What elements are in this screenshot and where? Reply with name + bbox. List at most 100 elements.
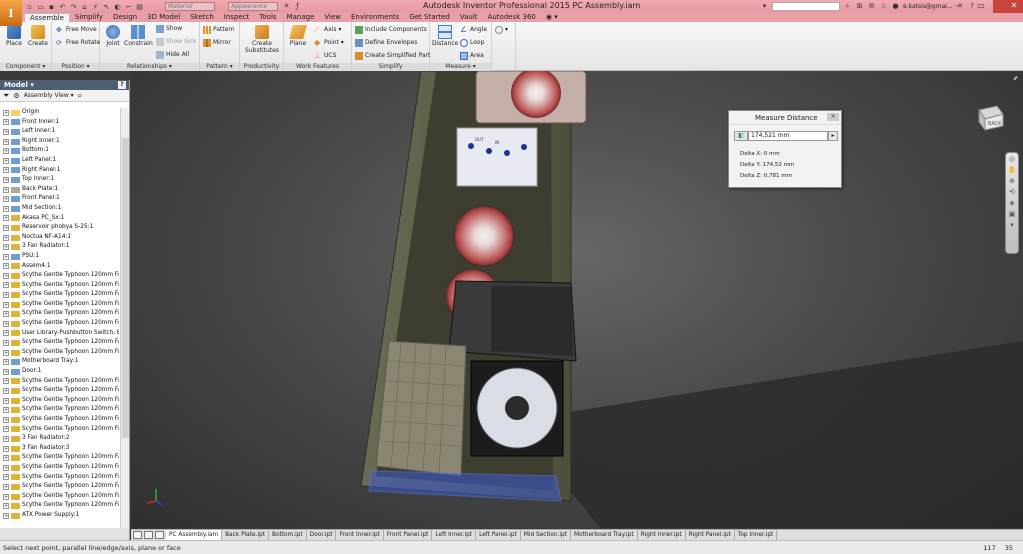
area-button[interactable]: Area — [460, 52, 484, 60]
expand-icon[interactable]: + — [3, 493, 9, 500]
expand-icon[interactable]: + — [3, 244, 9, 251]
doc-tab-left-inner[interactable]: Left Inner.ipt — [432, 530, 477, 540]
loop-button[interactable]: Loop — [460, 39, 484, 47]
hide-all-button[interactable]: Hide All — [156, 51, 189, 59]
free-move-button[interactable]: ✥ Free Move — [56, 26, 97, 34]
filter-icon[interactable]: ⏷ — [3, 91, 9, 101]
expand-icon[interactable]: + — [3, 426, 9, 433]
appearance-select[interactable]: Appearance — [228, 2, 278, 11]
define-envelopes-button[interactable]: Define Envelopes — [355, 39, 417, 47]
redo-icon[interactable]: ↷ — [69, 3, 78, 12]
tree-item[interactable]: + Scythe Gentle Typhoon 120mm Fan:2 — [0, 501, 119, 511]
assembly-view-select[interactable]: Assembly View ▾ — [24, 92, 74, 99]
joint-button[interactable]: Joint — [103, 25, 123, 47]
panel-component-label[interactable]: Component ▾ — [0, 63, 51, 71]
expand-icon[interactable]: + — [3, 205, 9, 212]
doc-tab-right-panel[interactable]: Right Panel.ipt — [686, 530, 735, 540]
doc-tab-left-panel[interactable]: Left Panel.ipt — [476, 530, 521, 540]
expand-icon[interactable]: + — [3, 368, 9, 375]
doc-tab-motherboard-tray[interactable]: Motherboard Tray.ipt — [571, 530, 638, 540]
doc-tab-mid-section[interactable]: Mid Section.ipt — [521, 530, 571, 540]
tab-tools[interactable]: Tools — [254, 13, 281, 22]
maximize-icon[interactable]: ▭ — [969, 0, 993, 12]
ribbon-extra-icon[interactable]: ▾ — [495, 26, 508, 34]
doc-tab-door[interactable]: Door.ipt — [307, 530, 337, 540]
plane-button[interactable]: Plane — [287, 25, 309, 47]
measure-value-field[interactable]: 174,521 mm — [748, 131, 828, 141]
doc-tab-right-inner[interactable]: Right Inner.ipt — [638, 530, 686, 540]
tree-item[interactable]: + Top Inner:1 — [0, 175, 119, 185]
show-sick-button[interactable]: Show Sick — [156, 38, 196, 46]
open-documents-icon[interactable] — [155, 531, 164, 539]
undo-icon[interactable]: ↶ — [58, 3, 67, 12]
tree-item[interactable]: + Motherboard Tray:1 — [0, 357, 119, 367]
tab-manage[interactable]: Manage — [282, 13, 320, 22]
create-substitutes-button[interactable]: Create Substitutes — [243, 25, 281, 54]
show-button[interactable]: Show — [156, 25, 182, 33]
distance-button[interactable]: Distance — [432, 25, 458, 47]
open-icon[interactable]: ▭ — [36, 3, 45, 12]
measure-arrow-button[interactable]: ▸ — [828, 131, 838, 141]
graphics-viewport[interactable]: OUT IN ⬈ — [131, 71, 1023, 528]
find-icon[interactable]: ⌕ — [78, 91, 82, 101]
communication-icon[interactable]: ✉ — [867, 2, 876, 11]
home-icon[interactable]: ⌂ — [80, 3, 89, 12]
tile-vertical-icon[interactable] — [144, 531, 153, 539]
tree-item[interactable]: + Reservoir phobya S-25:1 — [0, 223, 119, 233]
tree-item[interactable]: + Origin — [0, 108, 119, 118]
measure-close-button[interactable]: × — [827, 113, 839, 121]
expand-icon[interactable]: + — [3, 186, 9, 193]
clear-appearance-icon[interactable]: ✕ — [282, 2, 291, 11]
constrain-button[interactable]: Constrain — [124, 25, 153, 47]
orbit-icon[interactable]: ⟲ — [1007, 188, 1017, 197]
tab-sketch[interactable]: Sketch — [185, 13, 219, 22]
tree-item[interactable]: + Left Panel:1 — [0, 156, 119, 166]
measure-dialog-title[interactable]: Measure Distance — [729, 111, 841, 125]
angle-button[interactable]: ∠ Angle — [460, 26, 487, 34]
zoom-icon[interactable]: ⊕ — [1007, 177, 1017, 186]
zoom-window-icon[interactable]: ▣ — [1007, 210, 1017, 219]
doc-tab-bottom[interactable]: Bottom.ipt — [269, 530, 307, 540]
expand-icon[interactable]: + — [3, 378, 9, 385]
expand-icon[interactable]: + — [3, 167, 9, 174]
tab-get-started[interactable]: Get Started — [404, 13, 455, 22]
tab-design[interactable]: Design — [108, 13, 142, 22]
mirror-button[interactable]: Mirror — [203, 39, 231, 47]
expand-icon[interactable]: + — [3, 282, 9, 289]
tree-item[interactable]: + User Library-Pushbutton Switch, Bulg — [0, 329, 119, 339]
expand-icon[interactable]: + — [3, 119, 9, 126]
tree-item[interactable]: +3 Fan Radiator:1 — [0, 242, 119, 252]
tab-3d-model[interactable]: 3D Model — [142, 13, 185, 22]
ucs-button[interactable]: ⊥ UCS — [314, 52, 336, 60]
ifeature-icon[interactable]: ▤ — [135, 3, 144, 12]
doc-tab-front-inner[interactable]: Front Inner.ipt — [336, 530, 384, 540]
tree-item[interactable]: + Left Inner:1 — [0, 127, 119, 137]
expand-icon[interactable]: + — [3, 253, 9, 260]
tile-horizontal-icon[interactable] — [133, 531, 142, 539]
expand-icon[interactable]: + — [3, 464, 9, 471]
expand-icon[interactable]: + — [3, 320, 9, 327]
expand-icon[interactable]: + — [3, 503, 9, 510]
expand-icon[interactable]: + — [3, 512, 9, 519]
expand-icon[interactable]: + — [3, 234, 9, 241]
tree-item[interactable]: + Front Panel:1 — [0, 194, 119, 204]
expand-icon[interactable]: + — [3, 445, 9, 452]
doc-tab-back-plate[interactable]: Back Plate.ipt — [222, 530, 269, 540]
include-components-button[interactable]: Include Components — [355, 26, 427, 34]
save-icon[interactable]: ▪ — [47, 3, 56, 12]
panel-measure-label[interactable]: Measure ▾ — [430, 63, 491, 71]
tree-item[interactable]: + Scythe Gentle Typhoon 120mm Fan:1 — [0, 386, 119, 396]
panel-position-label[interactable]: Position ▾ — [52, 63, 99, 71]
tree-item[interactable]: + Scythe Gentle Typhoon 120mm Fan:1 — [0, 482, 119, 492]
tree-item[interactable]: + Scythe Gentle Typhoon 120mm Fan:1 — [0, 463, 119, 473]
tree-item[interactable]: + Scythe Gentle Typhoon 120mm Fan:7 — [0, 338, 119, 348]
expand-icon[interactable]: + — [3, 474, 9, 481]
tab-environments[interactable]: Environments — [346, 13, 404, 22]
expand-icon[interactable]: + — [3, 109, 9, 116]
tree-item[interactable]: + Scythe Gentle Typhoon 120mm Fan:2 — [0, 281, 119, 291]
tab-autodesk-360[interactable]: Autodesk 360 — [483, 13, 541, 22]
expand-icon[interactable]: + — [3, 215, 9, 222]
place-button[interactable]: Place — [3, 25, 25, 47]
update-icon[interactable]: ⚡ — [91, 3, 100, 12]
tab-simplify[interactable]: Simplify — [70, 13, 108, 22]
